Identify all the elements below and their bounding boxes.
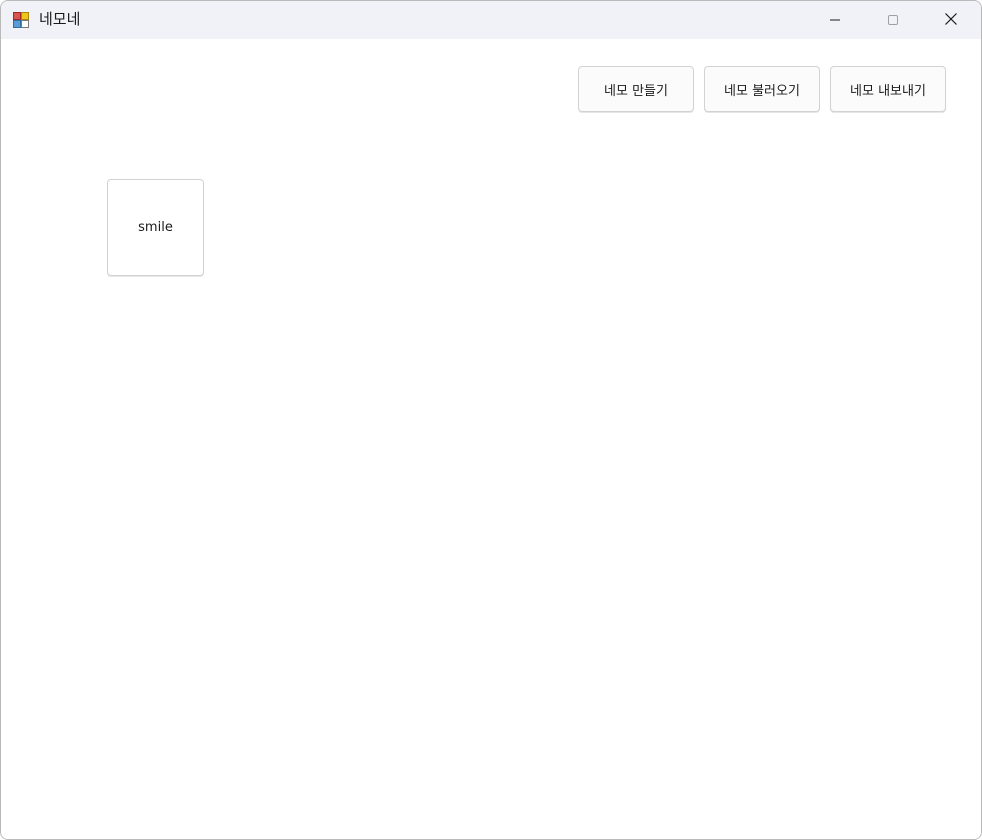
minimize-button[interactable] [806,1,864,39]
maximize-icon [887,11,899,30]
close-icon [944,11,958,30]
title-bar[interactable]: 네모네 [1,1,981,39]
export-nemo-button[interactable]: 네모 내보내기 [830,66,946,112]
close-button[interactable] [922,1,980,39]
main-canvas: 네모 만들기 네모 불러오기 네모 내보내기 smile [1,39,981,839]
create-nemo-button[interactable]: 네모 만들기 [578,66,694,112]
window-title: 네모네 [39,10,81,28]
app-icon [13,12,29,28]
maximize-button[interactable] [864,1,922,39]
nemo-box-smile[interactable]: smile [107,179,204,276]
minimize-icon [829,11,841,30]
app-window: 네모네 네모 만들기 네모 불러오기 네모 내보내기 smile [0,0,982,840]
load-nemo-button[interactable]: 네모 불러오기 [704,66,820,112]
